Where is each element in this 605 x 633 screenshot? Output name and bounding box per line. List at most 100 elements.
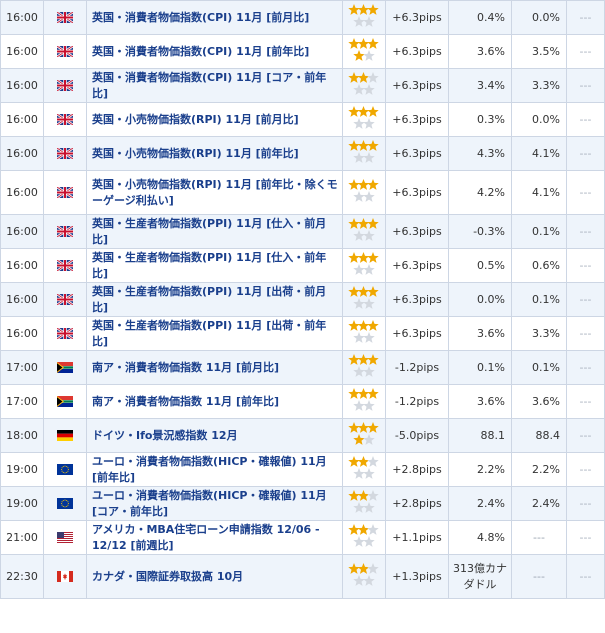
event-time: 16:00 xyxy=(0,102,44,137)
forecast-value: 0.1% xyxy=(511,350,567,385)
event-name-link[interactable]: カナダ・国際証券取扱高 10月 xyxy=(86,554,343,599)
forecast-value: --- xyxy=(511,554,567,599)
previous-value: 0.0% xyxy=(448,282,512,317)
importance-stars-icon xyxy=(342,136,386,171)
previous-value: 2.2% xyxy=(448,452,512,487)
event-name-link[interactable]: ユーロ・消費者物価指数(HICP・確報値) 11月 [前年比] xyxy=(86,452,343,487)
forecast-value: 88.4 xyxy=(511,418,567,453)
event-time: 18:00 xyxy=(0,418,44,453)
uk-flag-icon xyxy=(43,214,87,249)
actual-value: --- xyxy=(566,384,605,419)
event-name-link[interactable]: アメリカ・MBA住宅ローン申請指数 12/06 - 12/12 [前週比] xyxy=(86,520,343,555)
previous-value: 3.4% xyxy=(448,68,512,103)
event-name-link[interactable]: 英国・生産者物価指数(PPI) 11月 [仕入・前月比] xyxy=(86,214,343,249)
event-row: 16:00 英国・消費者物価指数(CPI) 11月 [前月比] +6.3pips 0.… xyxy=(0,0,605,35)
event-row: 16:00 英国・消費者物価指数(CPI) 11月 [前年比] +6.3pips 3.… xyxy=(0,34,605,69)
volatility-pips: +1.1pips xyxy=(385,520,449,555)
importance-stars-icon xyxy=(342,452,386,487)
event-row: 17:00 南ア・消費者物価指数 11月 [前月比] -1.2pips 0.1% 0.1… xyxy=(0,350,605,385)
event-name-link[interactable]: 英国・生産者物価指数(PPI) 11月 [仕入・前年比] xyxy=(86,248,343,283)
importance-stars-icon xyxy=(342,282,386,317)
volatility-pips: +6.3pips xyxy=(385,34,449,69)
event-name-link[interactable]: ユーロ・消費者物価指数(HICP・確報値) 11月 [コア・前年比] xyxy=(86,486,343,521)
actual-value: --- xyxy=(566,520,605,555)
importance-stars-icon xyxy=(342,554,386,599)
uk-flag-icon xyxy=(43,34,87,69)
previous-value: 4.3% xyxy=(448,136,512,171)
uk-flag-icon xyxy=(43,102,87,137)
previous-value: 0.4% xyxy=(448,0,512,35)
forecast-value: 4.1% xyxy=(511,136,567,171)
event-name-link[interactable]: 英国・小売物価指数(RPI) 11月 [前年比] xyxy=(86,136,343,171)
event-row: 16:00 英国・小売物価指数(RPI) 11月 [前月比] +6.3pips 0.3… xyxy=(0,102,605,137)
forecast-value: 0.0% xyxy=(511,0,567,35)
importance-stars-icon xyxy=(342,34,386,69)
previous-value: 3.6% xyxy=(448,316,512,351)
previous-value: 88.1 xyxy=(448,418,512,453)
forecast-value: 0.1% xyxy=(511,282,567,317)
actual-value: --- xyxy=(566,452,605,487)
volatility-pips: +6.3pips xyxy=(385,282,449,317)
volatility-pips: -1.2pips xyxy=(385,350,449,385)
previous-value: 0.3% xyxy=(448,102,512,137)
importance-stars-icon xyxy=(342,170,386,215)
event-row: 16:00 英国・生産者物価指数(PPI) 11月 [仕入・前月比] +6.3pip… xyxy=(0,214,605,249)
forecast-value: 0.6% xyxy=(511,248,567,283)
event-name-link[interactable]: 英国・消費者物価指数(CPI) 11月 [前年比] xyxy=(86,34,343,69)
event-name-link[interactable]: 南ア・消費者物価指数 11月 [前月比] xyxy=(86,350,343,385)
previous-value: 4.2% xyxy=(448,170,512,215)
event-time: 17:00 xyxy=(0,384,44,419)
event-row: 19:00 ユーロ・消費者物価指数(HICP・確報値) 11月 [コア・前年比] +… xyxy=(0,486,605,521)
actual-value: --- xyxy=(566,136,605,171)
event-time: 16:00 xyxy=(0,282,44,317)
event-row: 18:00 ドイツ・Ifo景況感指数 12月 -5.0pips 88.1 88.4 --- xyxy=(0,418,605,453)
forecast-value: 3.6% xyxy=(511,384,567,419)
event-time: 16:00 xyxy=(0,68,44,103)
previous-value: 4.8% xyxy=(448,520,512,555)
event-time: 16:00 xyxy=(0,0,44,35)
forecast-value: 3.5% xyxy=(511,34,567,69)
event-time: 16:00 xyxy=(0,214,44,249)
event-name-link[interactable]: 英国・小売物価指数(RPI) 11月 [前月比] xyxy=(86,102,343,137)
uk-flag-icon xyxy=(43,136,87,171)
actual-value: --- xyxy=(566,418,605,453)
forecast-value: 3.3% xyxy=(511,68,567,103)
forecast-value: 2.2% xyxy=(511,452,567,487)
importance-stars-icon xyxy=(342,520,386,555)
event-time: 17:00 xyxy=(0,350,44,385)
volatility-pips: +6.3pips xyxy=(385,68,449,103)
actual-value: --- xyxy=(566,248,605,283)
importance-stars-icon xyxy=(342,68,386,103)
event-name-link[interactable]: 英国・生産者物価指数(PPI) 11月 [出荷・前年比] xyxy=(86,316,343,351)
importance-stars-icon xyxy=(342,486,386,521)
forecast-value: 0.1% xyxy=(511,214,567,249)
event-row: 22:30 カナダ・国際証券取扱高 10月 +1.3pips 313億カナダドル ---… xyxy=(0,554,605,599)
previous-value: -0.3% xyxy=(448,214,512,249)
uk-flag-icon xyxy=(43,282,87,317)
actual-value: --- xyxy=(566,68,605,103)
event-row: 16:00 英国・小売物価指数(RPI) 11月 [前年比・除くモーゲージ利払い]… xyxy=(0,170,605,215)
south-africa-flag-icon xyxy=(43,350,87,385)
event-name-link[interactable]: 英国・消費者物価指数(CPI) 11月 [前月比] xyxy=(86,0,343,35)
event-name-link[interactable]: ドイツ・Ifo景況感指数 12月 xyxy=(86,418,343,453)
importance-stars-icon xyxy=(342,0,386,35)
event-name-link[interactable]: 英国・消費者物価指数(CPI) 11月 [コア・前年比] xyxy=(86,68,343,103)
volatility-pips: +6.3pips xyxy=(385,136,449,171)
event-name-link[interactable]: 英国・生産者物価指数(PPI) 11月 [出荷・前月比] xyxy=(86,282,343,317)
uk-flag-icon xyxy=(43,248,87,283)
event-row: 16:00 英国・生産者物価指数(PPI) 11月 [仕入・前年比] +6.3pip… xyxy=(0,248,605,283)
south-africa-flag-icon xyxy=(43,384,87,419)
actual-value: --- xyxy=(566,34,605,69)
eu-flag-icon xyxy=(43,486,87,521)
volatility-pips: -5.0pips xyxy=(385,418,449,453)
event-name-link[interactable]: 英国・小売物価指数(RPI) 11月 [前年比・除くモーゲージ利払い] xyxy=(86,170,343,215)
event-row: 16:00 英国・生産者物価指数(PPI) 11月 [出荷・前年比] +6.3pip… xyxy=(0,316,605,351)
importance-stars-icon xyxy=(342,248,386,283)
volatility-pips: +2.8pips xyxy=(385,452,449,487)
event-name-link[interactable]: 南ア・消費者物価指数 11月 [前年比] xyxy=(86,384,343,419)
event-time: 16:00 xyxy=(0,136,44,171)
event-row: 19:00 ユーロ・消費者物価指数(HICP・確報値) 11月 [前年比] +2.8… xyxy=(0,452,605,487)
volatility-pips: +2.8pips xyxy=(385,486,449,521)
actual-value: --- xyxy=(566,170,605,215)
forecast-value: 4.1% xyxy=(511,170,567,215)
